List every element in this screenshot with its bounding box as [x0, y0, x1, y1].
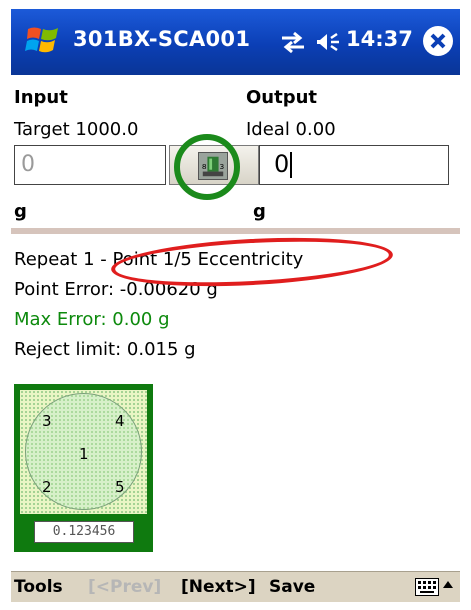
text-cursor: [290, 152, 293, 178]
input-value-field[interactable]: 0: [14, 145, 166, 185]
next-button[interactable]: [Next>]: [181, 577, 256, 597]
menu-bar: Tools [<Prev] [Next>] Save: [11, 571, 460, 602]
output-value-field[interactable]: 0: [259, 145, 449, 185]
point-label: 4: [115, 412, 125, 430]
scale-readout: 0.123456: [34, 521, 134, 543]
output-value: 0: [274, 150, 290, 178]
point-label: 1: [79, 445, 89, 463]
keyboard-icon[interactable]: [415, 578, 439, 596]
sync-arrows-icon[interactable]: [279, 30, 307, 54]
point-label: 3: [42, 412, 52, 430]
highlight-circle-green: [174, 134, 240, 200]
input-unit: g: [14, 201, 27, 222]
app-window: 301BX-SCA001 14:37 Input Output Target 1…: [11, 9, 460, 602]
windows-flag-icon[interactable]: [25, 23, 61, 57]
point-label: 2: [42, 478, 52, 496]
input-value: 0: [21, 152, 35, 177]
close-button[interactable]: [423, 26, 453, 56]
scale-eccentricity-widget: 3 4 1 2 5 0.123456: [14, 384, 153, 552]
title-bar: 301BX-SCA001 14:37: [11, 9, 460, 75]
tools-menu[interactable]: Tools: [14, 577, 63, 597]
speaker-icon[interactable]: [316, 30, 342, 54]
reject-limit: Reject limit: 0.015 g: [14, 339, 196, 360]
app-title: 301BX-SCA001: [73, 27, 251, 51]
up-arrow-icon[interactable]: [443, 581, 453, 588]
output-header: Output: [246, 87, 318, 108]
input-header: Input: [14, 87, 68, 108]
close-icon: [430, 33, 446, 49]
target-label: Target 1000.0: [14, 119, 139, 140]
output-unit: g: [253, 201, 266, 222]
highlight-ellipse-red: [109, 231, 395, 293]
point-label: 5: [115, 478, 125, 496]
clock[interactable]: 14:37: [346, 27, 413, 51]
ideal-label: Ideal 0.00: [246, 119, 336, 140]
max-error: Max Error: 0.00 g: [14, 309, 170, 330]
scale-pan: 3 4 1 2 5: [20, 390, 147, 514]
save-button[interactable]: Save: [269, 577, 315, 597]
divider: [11, 228, 460, 234]
prev-button[interactable]: [<Prev]: [88, 577, 161, 597]
